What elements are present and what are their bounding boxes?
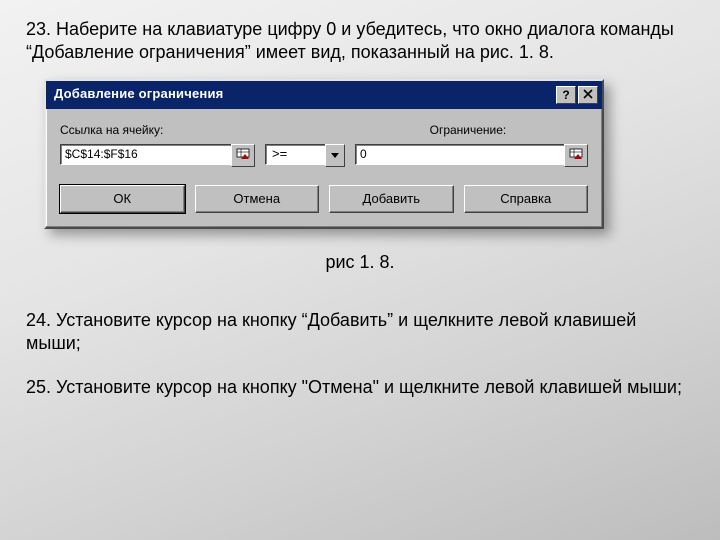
operator-value: >= bbox=[272, 146, 287, 163]
refedit-icon bbox=[236, 148, 250, 165]
step-23-text: 23. Наберите на клавиатуре цифру 0 и убе… bbox=[26, 18, 694, 65]
dialog-screenshot: Добавление ограничения ? Ссылка на ячейк… bbox=[44, 79, 604, 230]
add-button[interactable]: Добавить bbox=[329, 185, 454, 213]
cancel-button-label: Отмена bbox=[233, 191, 280, 208]
dialog-title: Добавление ограничения bbox=[54, 86, 223, 103]
operator-combo[interactable]: >= bbox=[265, 144, 326, 165]
add-constraint-dialog: Добавление ограничения ? Ссылка на ячейк… bbox=[44, 79, 604, 230]
chevron-down-icon bbox=[331, 148, 339, 164]
cell-ref-picker-button[interactable] bbox=[231, 144, 255, 167]
help-button-label: Справка bbox=[500, 191, 551, 208]
step-24-text: 24. Установите курсор на кнопку “Добавит… bbox=[26, 309, 694, 356]
figure-caption: рис 1. 8. bbox=[26, 251, 694, 274]
titlebar-buttons: ? bbox=[556, 86, 598, 104]
refedit-icon bbox=[569, 148, 583, 165]
help-button[interactable]: Справка bbox=[464, 185, 589, 213]
dialog-titlebar: Добавление ограничения ? bbox=[46, 81, 602, 109]
constraint-input[interactable]: 0 bbox=[355, 144, 565, 165]
step-25-text: 25. Установите курсор на кнопку "Отмена"… bbox=[26, 376, 694, 399]
constraint-label: Ограничение: bbox=[430, 123, 588, 139]
operator-dropdown-button[interactable] bbox=[325, 144, 345, 167]
ok-button-label: ОК bbox=[113, 191, 131, 208]
question-icon: ? bbox=[562, 89, 569, 101]
add-button-label: Добавить bbox=[363, 191, 420, 208]
cell-ref-value: $C$14:$F$16 bbox=[65, 147, 138, 163]
titlebar-help-button[interactable]: ? bbox=[556, 86, 576, 104]
dialog-body: Ссылка на ячейку: Ограничение: $C$14:$F$… bbox=[46, 109, 602, 228]
titlebar-close-button[interactable] bbox=[578, 86, 598, 104]
cell-ref-label: Ссылка на ячейку: bbox=[60, 123, 313, 139]
constraint-ref-picker-button[interactable] bbox=[564, 144, 588, 167]
constraint-value: 0 bbox=[360, 147, 367, 163]
close-icon bbox=[583, 89, 593, 101]
cell-ref-input[interactable]: $C$14:$F$16 bbox=[60, 144, 232, 165]
ok-button[interactable]: ОК bbox=[60, 185, 185, 213]
cancel-button[interactable]: Отмена bbox=[195, 185, 320, 213]
